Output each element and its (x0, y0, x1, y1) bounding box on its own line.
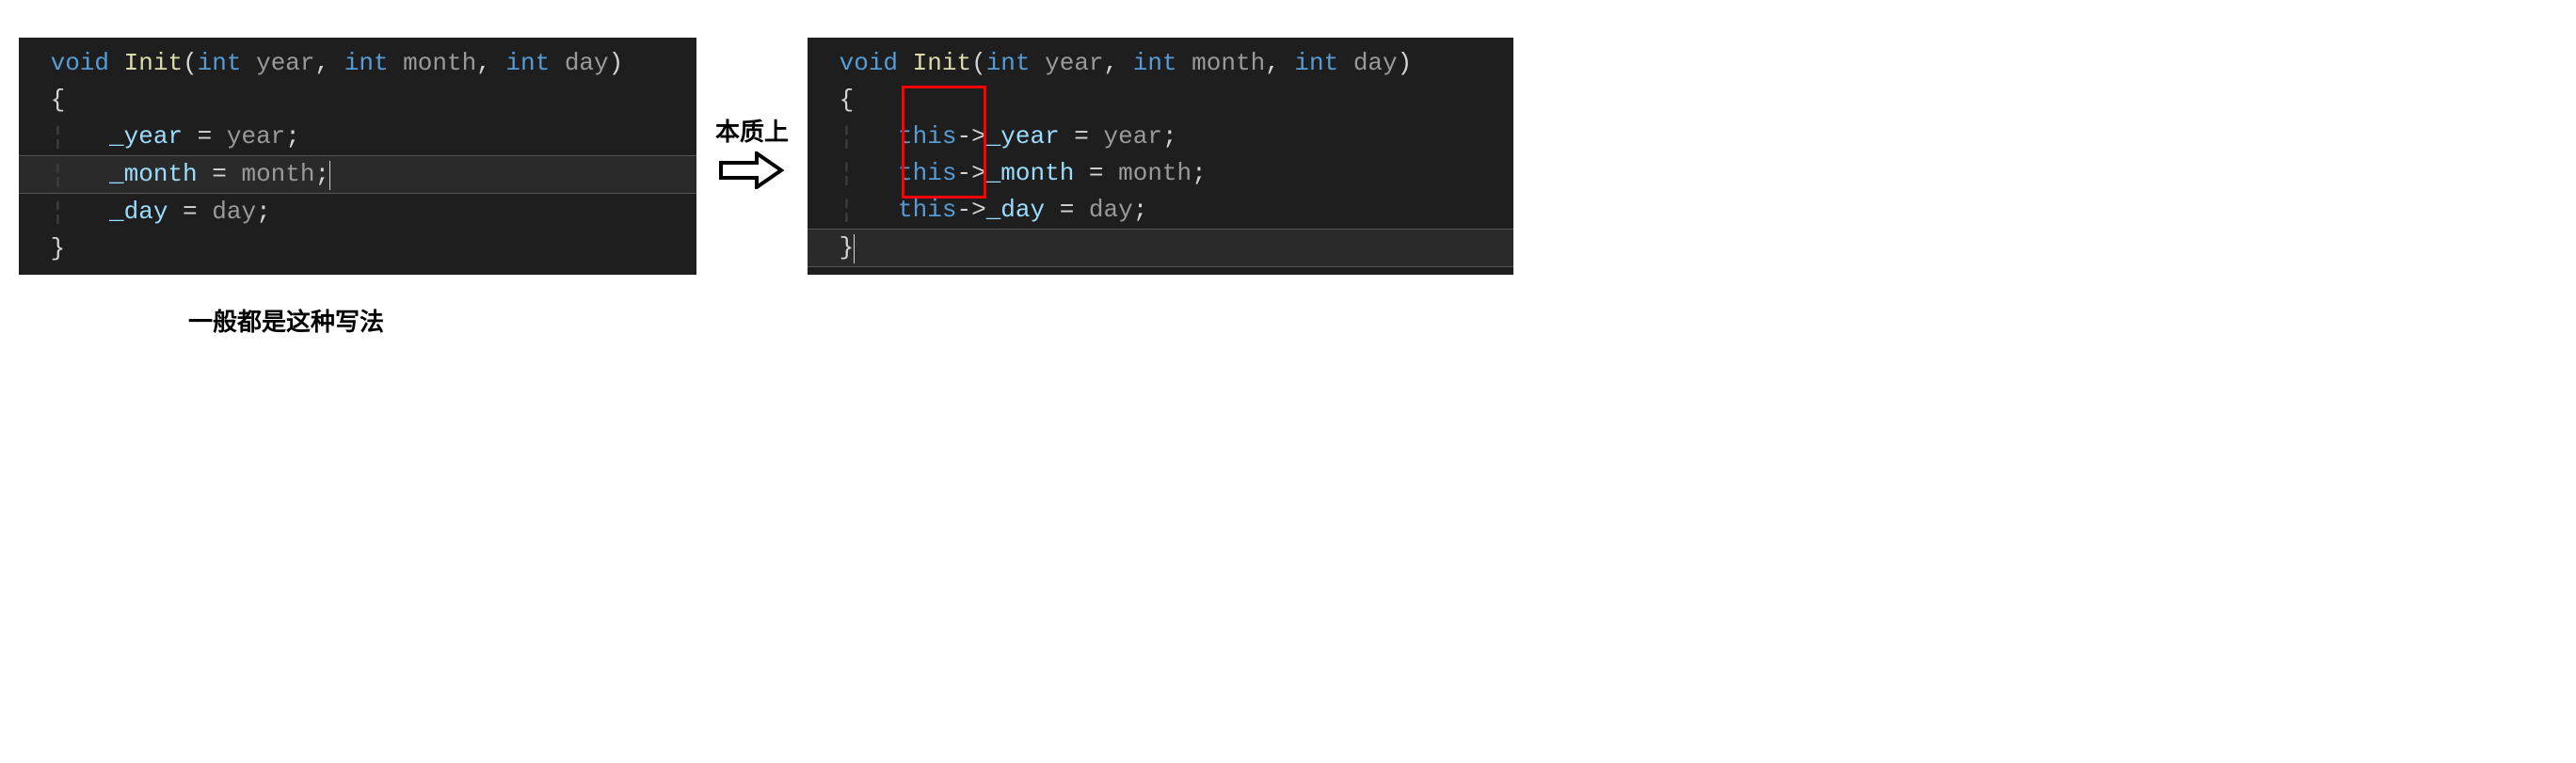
indent-guide: ¦ (51, 122, 66, 151)
eq: = (1060, 122, 1104, 151)
param-year: year (1104, 122, 1162, 151)
type-int: int (986, 49, 1031, 77)
param-day: day (1353, 49, 1398, 77)
cursor (329, 161, 330, 190)
comma: , (315, 49, 344, 77)
cursor (854, 234, 855, 263)
member-day: _day (986, 196, 1045, 224)
arrow-label: 本质上 (715, 113, 789, 148)
code-line: void Init(int year, int month, int day) (19, 45, 696, 82)
function-name: Init (913, 49, 971, 77)
keyword-this: this (898, 159, 956, 187)
param-month: month (1118, 159, 1192, 187)
member-year: _year (109, 122, 183, 151)
code-line-highlighted: } (808, 229, 1513, 267)
indent-guide: ¦ (51, 160, 66, 188)
keyword-void: void (840, 49, 898, 77)
code-line-highlighted: ¦ _month = month; (19, 155, 696, 194)
indent-guide: ¦ (51, 198, 66, 226)
semi: ; (1192, 159, 1207, 187)
member-month: _month (986, 159, 1075, 187)
member-month: _month (109, 160, 198, 188)
caption: 一般都是这种写法 (188, 303, 2557, 338)
indent-guide: ¦ (840, 159, 855, 187)
param-month: month (241, 160, 314, 188)
semi: ; (256, 198, 271, 226)
type-int: int (1294, 49, 1338, 77)
brace-open: { (840, 86, 855, 114)
code-line: } (19, 230, 696, 267)
code-block-right: void Init(int year, int month, int day) … (808, 38, 1513, 275)
eq: = (168, 198, 212, 226)
member-year: _year (986, 122, 1060, 151)
indent-guide: ¦ (840, 196, 855, 224)
arrow-section: 本质上 (715, 113, 789, 189)
arrow-op: -> (956, 196, 985, 224)
code-line: { (19, 82, 696, 119)
member-day: _day (109, 198, 168, 226)
eq: = (183, 122, 227, 151)
function-name: Init (124, 49, 183, 77)
paren-close: ) (1398, 49, 1413, 77)
eq: = (1045, 196, 1089, 224)
code-line: ¦ this->_year = year; (808, 119, 1513, 155)
brace-close: } (840, 233, 855, 262)
paren-close: ) (609, 49, 624, 77)
type-int: int (344, 49, 389, 77)
code-block-left: void Init(int year, int month, int day) … (19, 38, 696, 275)
semi: ; (1162, 122, 1177, 151)
comma: , (1265, 49, 1294, 77)
keyword-this: this (898, 122, 956, 151)
brace-open: { (51, 86, 66, 114)
param-month: month (1192, 49, 1265, 77)
type-int: int (198, 49, 242, 77)
param-month: month (403, 49, 476, 77)
code-line: void Init(int year, int month, int day) (808, 45, 1513, 82)
code-line: { (808, 82, 1513, 119)
comma: , (476, 49, 505, 77)
indent-guide: ¦ (840, 122, 855, 151)
main-row: void Init(int year, int month, int day) … (19, 38, 2557, 275)
code-line: ¦ _year = year; (19, 119, 696, 155)
param-year: year (256, 49, 314, 77)
code-line: ¦ _day = day; (19, 194, 696, 230)
eq: = (1074, 159, 1118, 187)
type-int: int (505, 49, 550, 77)
type-int: int (1133, 49, 1177, 77)
param-day: day (1089, 196, 1133, 224)
comma: , (1104, 49, 1133, 77)
arrow-icon (719, 151, 785, 189)
brace-close: } (51, 234, 66, 262)
semi: ; (314, 160, 329, 188)
keyword-this: this (898, 196, 956, 224)
eq: = (198, 160, 242, 188)
code-line: ¦ this->_month = month; (808, 155, 1513, 192)
semi: ; (285, 122, 300, 151)
param-year: year (227, 122, 285, 151)
code-line: ¦ this->_day = day; (808, 192, 1513, 229)
keyword-void: void (51, 49, 109, 77)
arrow-op: -> (956, 159, 985, 187)
param-day: day (212, 198, 256, 226)
param-day: day (565, 49, 609, 77)
paren-open: ( (183, 49, 198, 77)
arrow-op: -> (956, 122, 985, 151)
paren-open: ( (971, 49, 986, 77)
param-year: year (1045, 49, 1103, 77)
semi: ; (1133, 196, 1148, 224)
